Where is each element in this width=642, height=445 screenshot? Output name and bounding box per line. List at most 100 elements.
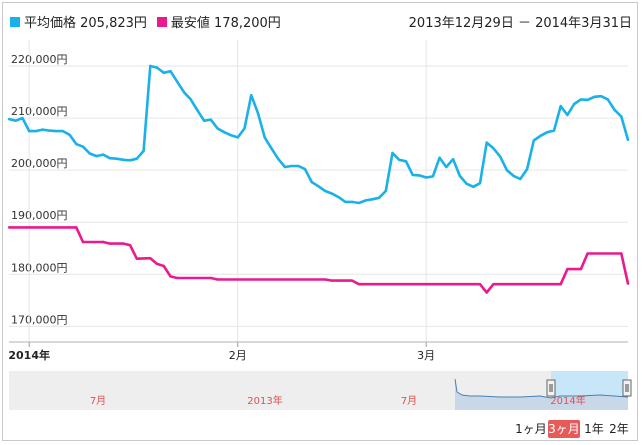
data-point[interactable] — [512, 174, 515, 178]
data-point[interactable] — [216, 278, 219, 281]
data-point[interactable] — [68, 133, 71, 136]
data-point[interactable] — [579, 98, 583, 101]
data-point[interactable] — [505, 169, 509, 172]
data-point[interactable] — [216, 127, 219, 130]
data-point[interactable] — [620, 252, 623, 255]
data-point[interactable] — [451, 158, 455, 161]
data-point[interactable] — [102, 153, 105, 156]
data-point[interactable] — [472, 185, 475, 188]
data-point[interactable] — [626, 138, 630, 142]
data-point[interactable] — [485, 291, 488, 294]
data-point[interactable] — [546, 131, 549, 134]
data-point[interactable] — [539, 134, 542, 137]
data-point[interactable] — [283, 165, 287, 169]
data-point[interactable] — [88, 152, 91, 155]
data-point[interactable] — [317, 185, 320, 188]
data-point[interactable] — [492, 147, 495, 150]
data-point[interactable] — [176, 80, 179, 83]
data-point[interactable] — [525, 167, 529, 171]
data-point[interactable] — [371, 198, 374, 201]
data-point[interactable] — [438, 156, 441, 159]
data-point[interactable] — [95, 154, 98, 158]
data-point[interactable] — [411, 173, 414, 177]
data-point[interactable] — [250, 94, 253, 97]
data-point[interactable] — [102, 240, 105, 244]
data-point[interactable] — [357, 283, 361, 286]
data-point[interactable] — [418, 174, 421, 177]
data-point[interactable] — [357, 201, 361, 205]
data-point[interactable] — [606, 98, 609, 101]
data-point[interactable] — [499, 155, 502, 158]
data-point[interactable] — [236, 136, 239, 139]
data-point[interactable] — [276, 157, 280, 160]
data-point[interactable] — [182, 90, 186, 94]
data-point[interactable] — [209, 276, 212, 280]
data-point[interactable] — [425, 176, 428, 179]
data-point[interactable] — [169, 70, 172, 73]
data-point[interactable] — [142, 149, 145, 153]
data-point[interactable] — [7, 226, 11, 229]
data-point[interactable] — [384, 189, 387, 193]
data-point[interactable] — [398, 158, 401, 161]
data-point[interactable] — [155, 66, 159, 69]
data-point[interactable] — [593, 95, 596, 99]
data-point[interactable] — [620, 115, 623, 118]
data-point[interactable] — [566, 267, 569, 271]
data-point[interactable] — [41, 128, 44, 131]
data-point[interactable] — [202, 119, 206, 122]
data-point[interactable] — [364, 199, 367, 202]
data-point[interactable] — [599, 95, 603, 98]
data-point[interactable] — [135, 257, 138, 260]
data-point[interactable] — [128, 244, 132, 247]
navigator-handle-left[interactable] — [546, 379, 556, 397]
data-point[interactable] — [579, 267, 583, 271]
data-point[interactable] — [350, 200, 354, 204]
data-point[interactable] — [14, 119, 17, 122]
navigator-handle-right[interactable] — [622, 379, 632, 397]
data-point[interactable] — [256, 111, 260, 115]
range-button-0[interactable]: 1ヶ月 — [515, 420, 547, 438]
data-point[interactable] — [478, 182, 482, 185]
data-point[interactable] — [223, 131, 226, 134]
data-point[interactable] — [122, 242, 125, 245]
data-point[interactable] — [176, 276, 179, 280]
data-point[interactable] — [108, 242, 112, 245]
data-point[interactable] — [613, 108, 616, 112]
data-point[interactable] — [519, 177, 522, 181]
data-point[interactable] — [478, 283, 482, 286]
data-point[interactable] — [209, 118, 212, 121]
data-point[interactable] — [330, 279, 334, 282]
data-point[interactable] — [337, 196, 340, 199]
data-point[interactable] — [155, 262, 159, 266]
data-point[interactable] — [28, 129, 31, 133]
data-point[interactable] — [263, 136, 266, 139]
data-point[interactable] — [377, 196, 381, 199]
data-point[interactable] — [586, 252, 589, 255]
data-point[interactable] — [324, 278, 327, 281]
data-point[interactable] — [552, 129, 556, 132]
data-point[interactable] — [162, 264, 165, 268]
data-point[interactable] — [108, 157, 112, 160]
data-point[interactable] — [81, 145, 85, 148]
data-point[interactable] — [586, 98, 589, 102]
data-point[interactable] — [404, 160, 408, 163]
data-point[interactable] — [81, 240, 85, 244]
data-point[interactable] — [290, 164, 293, 168]
data-point[interactable] — [149, 64, 152, 68]
data-point[interactable] — [310, 180, 313, 184]
data-point[interactable] — [34, 129, 38, 133]
data-point[interactable] — [626, 282, 630, 285]
data-point[interactable] — [61, 129, 64, 133]
data-point[interactable] — [324, 189, 327, 193]
data-point[interactable] — [149, 257, 152, 260]
data-point[interactable] — [330, 192, 334, 195]
data-point[interactable] — [115, 157, 118, 160]
data-point[interactable] — [391, 151, 394, 155]
data-point[interactable] — [297, 164, 300, 168]
data-point[interactable] — [573, 102, 576, 106]
data-point[interactable] — [75, 142, 78, 146]
data-point[interactable] — [559, 104, 562, 108]
data-point[interactable] — [7, 117, 11, 121]
data-point[interactable] — [350, 279, 354, 282]
data-point[interactable] — [54, 129, 58, 133]
